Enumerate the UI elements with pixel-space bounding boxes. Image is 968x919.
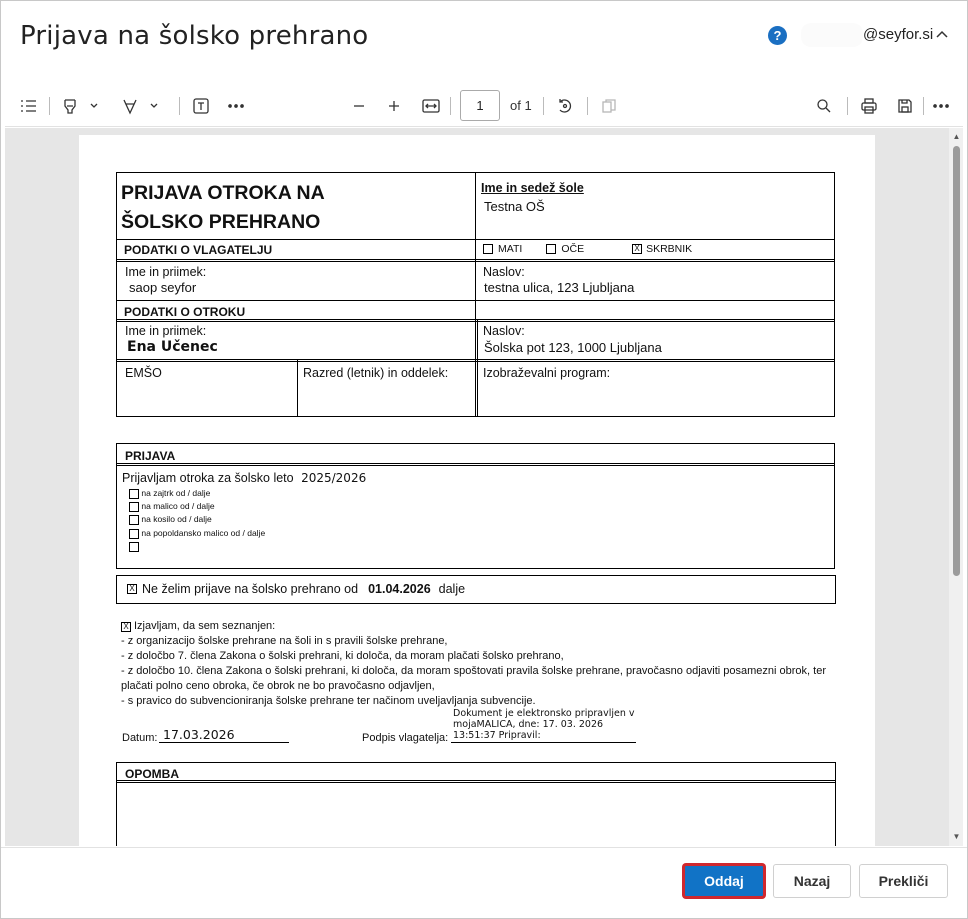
applicant-name: saop seyfor [129, 280, 197, 295]
no-registration-date: 01.04.2026 [368, 582, 431, 596]
pdf-page: PRIJAVA OTROKA NA ŠOLSKO PREHRANO Ime in… [79, 135, 875, 846]
note-frame [116, 762, 836, 846]
toolbar-separator [49, 97, 50, 115]
role-father-label: OČE [561, 243, 585, 255]
chevron-down-icon[interactable] [87, 85, 101, 127]
meal-options: na zajtrk od / dalje na malico od / dalj… [129, 487, 265, 553]
page-view-icon[interactable] [596, 85, 622, 127]
chevron-down-icon[interactable] [147, 85, 161, 127]
draw-icon[interactable] [117, 85, 143, 127]
more-tools-icon[interactable] [223, 85, 249, 127]
scroll-down-icon[interactable]: ▼ [952, 832, 961, 841]
declaration-checkbox[interactable]: X [121, 621, 131, 632]
meal-afternoon-label: na popoldansko malico od / dalje [141, 528, 266, 538]
zoom-in-icon[interactable] [381, 85, 407, 127]
note-section-title: OPOMBA [125, 767, 179, 781]
no-registration-suffix: dalje [438, 582, 466, 596]
no-registration-text: Ne želim prijave na šolsko prehrano od [142, 582, 359, 596]
highlight-icon[interactable] [57, 85, 83, 127]
contents-icon[interactable] [15, 85, 43, 127]
toolbar-separator [450, 97, 451, 115]
mother-checkbox[interactable] [483, 244, 493, 254]
child-name: Ena Učenec [127, 339, 218, 355]
user-name-redacted [801, 23, 863, 47]
declaration-line: - s pravico do subvencioniranja šolske p… [121, 695, 536, 707]
breakfast-checkbox[interactable] [129, 488, 139, 499]
vertical-scrollbar[interactable]: ▲ ▼ [949, 128, 963, 846]
role-options: MATI OČE X SKRBNIK [483, 243, 692, 255]
child-name-label: Ime in priimek: [125, 324, 207, 338]
afternoon-snack-checkbox[interactable] [129, 528, 139, 539]
date-label: Datum: [122, 732, 158, 744]
child-address: Šolska pot 123, 1000 Ljubljana [484, 340, 662, 355]
rotate-icon[interactable] [552, 85, 578, 127]
school-value: Testna OŠ [484, 199, 545, 214]
search-icon[interactable] [811, 85, 837, 127]
declaration-title: Izjavljam, da sem seznanjen: [134, 620, 276, 632]
registration-section-title: PRIJAVA [125, 449, 176, 463]
guardian-checkbox[interactable]: X [632, 244, 643, 254]
declaration-block: X Izjavljam, da sem seznanjen: - z organi… [121, 619, 826, 709]
declaration-line: - z določbo 10. člena Zakona o šolski pr… [121, 665, 826, 677]
user-email[interactable]: @seyfor.si [863, 26, 933, 43]
applicant-address: testna ulica, 123 Ljubljana [484, 280, 635, 295]
no-registration-row: X Ne želim prijave na šolsko prehrano od… [127, 582, 465, 596]
toolbar-separator [847, 97, 848, 115]
toolbar-separator [543, 97, 544, 115]
lunch-checkbox[interactable] [129, 514, 139, 525]
toolbar-separator [923, 97, 924, 115]
chevron-up-icon[interactable] [935, 29, 949, 39]
meal-breakfast-label: na zajtrk od / dalje [141, 488, 211, 498]
cancel-button[interactable]: Prekliči [859, 864, 948, 898]
pdf-toolbar: 1 of 1 [5, 85, 963, 127]
no-registration-checkbox[interactable]: X [127, 584, 137, 594]
meal-lunch-label: na kosilo od / dalje [141, 514, 212, 524]
print-icon[interactable] [856, 85, 882, 127]
snack-checkbox[interactable] [129, 501, 139, 512]
child-address-label: Naslov: [483, 324, 525, 338]
child-section-title: PODATKI O OTROKU [124, 305, 246, 319]
date-value: 17.03.2026 [163, 727, 235, 742]
signature-label: Podpis vlagatelja: [362, 732, 449, 744]
text-icon[interactable] [188, 85, 214, 127]
dialog-title: Prijava na šolsko prehrano [20, 21, 369, 51]
toolbar-separator [587, 97, 588, 115]
applicant-name-label: Ime in priimek: [125, 265, 207, 279]
applicant-section-title: PODATKI O VLAGATELJU [124, 243, 273, 257]
school-year: 2025/2026 [301, 471, 367, 485]
class-label: Razred (letnik) in oddelek: [303, 366, 449, 380]
page-number-input[interactable]: 1 [460, 90, 500, 121]
signature-stamp: Dokument je elektronsko pripravljen v mo… [453, 708, 635, 741]
declaration-line: - z določbo 7. člena Zakona o šolski pre… [121, 650, 564, 662]
submit-button[interactable]: Oddaj [683, 864, 765, 898]
role-guardian-label: SKRBNIK [646, 243, 693, 255]
program-label: Izobraževalni program: [483, 366, 611, 380]
help-icon[interactable]: ? [768, 26, 787, 45]
scroll-up-icon[interactable]: ▲ [952, 132, 961, 141]
school-label: Ime in sedež šole [481, 181, 584, 195]
zoom-out-icon[interactable] [346, 85, 372, 127]
meal-snack-label: na malico od / dalje [141, 501, 215, 511]
back-button[interactable]: Nazaj [773, 864, 851, 898]
applicant-address-label: Naslov: [483, 265, 525, 279]
father-checkbox[interactable] [546, 244, 557, 254]
emso-label: EMŠO [125, 366, 162, 380]
declaration-line: plačati polno ceno obroka, če obrok ne b… [121, 680, 435, 692]
dialog: Prijava na šolsko prehrano ? @seyfor.si [0, 0, 968, 919]
save-icon[interactable] [892, 85, 918, 127]
form-title: PRIJAVA OTROKA NA ŠOLSKO PREHRANO [121, 182, 325, 233]
scrollbar-thumb[interactable] [953, 146, 960, 576]
more-options-icon[interactable] [928, 85, 954, 127]
declaration-line: - z organizacijo šolske prehrane na šoli… [121, 635, 448, 647]
toolbar-separator [179, 97, 180, 115]
pdf-viewer[interactable]: PRIJAVA OTROKA NA ŠOLSKO PREHRANO Ime in… [5, 128, 963, 846]
extra-checkbox[interactable] [129, 541, 139, 552]
registration-text: Prijavljam otroka za šolsko leto 2025/20… [122, 471, 367, 485]
role-mother-label: MATI [498, 243, 523, 255]
dialog-header: Prijava na šolsko prehrano ? @seyfor.si [1, 1, 967, 71]
fit-width-icon[interactable] [418, 85, 444, 127]
dialog-footer: Oddaj Nazaj Prekliči [1, 847, 967, 919]
page-total: of 1 [510, 98, 532, 113]
